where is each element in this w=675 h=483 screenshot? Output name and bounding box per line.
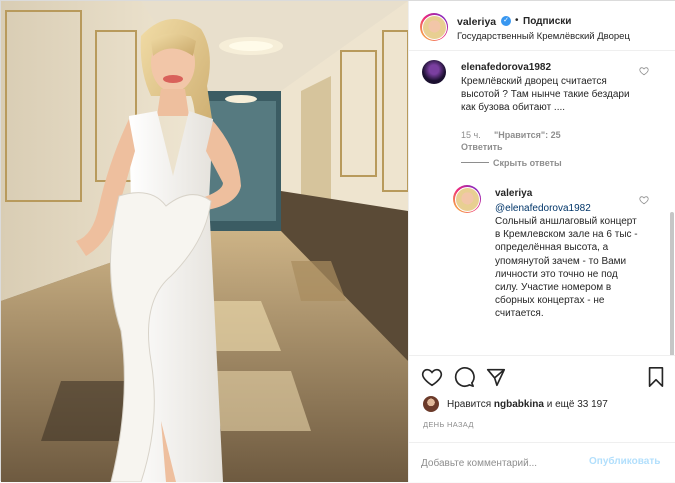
post: valeriya ✓ • Подписки Государственный Кр… <box>0 0 675 482</box>
comments-list[interactable]: elenafedorova1982 Кремлёвский дворец счи… <box>409 52 675 355</box>
author-avatar[interactable] <box>420 13 448 41</box>
add-comment-box: Опубликовать <box>409 442 675 483</box>
likes-text: Нравится ngbabkina и ещё 33 197 <box>447 399 608 410</box>
post-photo[interactable] <box>1 1 408 482</box>
post-actions: Нравится ngbabkina и ещё 33 197 ДЕНЬ НАЗ… <box>409 355 675 482</box>
post-date[interactable]: ДЕНЬ НАЗАД <box>423 420 474 429</box>
comment-username[interactable]: elenafedorova1982 <box>461 62 551 73</box>
liker-avatar[interactable] <box>423 396 439 412</box>
following-button[interactable]: Подписки <box>523 16 571 27</box>
add-comment-input[interactable] <box>421 455 581 471</box>
comment-time: 15 ч. <box>461 130 481 140</box>
post-location[interactable]: Государственный Кремлёвский Дворец <box>457 31 630 42</box>
publish-button[interactable]: Опубликовать <box>589 456 660 467</box>
comments-scrollbar[interactable] <box>670 212 674 355</box>
reply-mention[interactable]: @elenafedorova1982 <box>495 202 591 215</box>
comment-text: Кремлёвский дворец считается высотой ? Т… <box>461 76 630 114</box>
comment-icon[interactable] <box>453 366 475 388</box>
liker-username[interactable]: ngbabkina <box>494 399 544 410</box>
reply-username[interactable]: valeriya <box>495 188 532 199</box>
likes-prefix: Нравится <box>447 399 492 410</box>
post-header: valeriya ✓ • Подписки Государственный Кр… <box>409 1 675 51</box>
hide-replies-button[interactable]: Скрыть ответы <box>493 158 562 168</box>
like-heart-icon[interactable] <box>421 366 443 388</box>
comment-like-heart-icon[interactable] <box>639 66 649 76</box>
share-icon[interactable] <box>485 366 507 388</box>
reply-text: Сольный аншлаговый концерт в Кремлевском… <box>495 216 638 320</box>
bookmark-icon[interactable] <box>645 366 667 388</box>
author-username[interactable]: valeriya <box>457 16 496 28</box>
replies-divider <box>461 162 489 163</box>
verified-badge-icon: ✓ <box>501 16 511 26</box>
likes-count[interactable]: и ещё 33 197 <box>547 399 608 410</box>
reply-author-avatar[interactable] <box>453 185 481 213</box>
commenter-avatar[interactable] <box>422 60 446 84</box>
comment-likes-count[interactable]: "Нравится": 25 <box>494 130 561 140</box>
header-separator: • <box>515 15 519 26</box>
reply-button[interactable]: Ответить <box>461 142 503 152</box>
post-side-panel: valeriya ✓ • Подписки Государственный Кр… <box>408 1 675 482</box>
photo-illustration <box>1 1 408 482</box>
reply-like-heart-icon[interactable] <box>639 195 649 205</box>
